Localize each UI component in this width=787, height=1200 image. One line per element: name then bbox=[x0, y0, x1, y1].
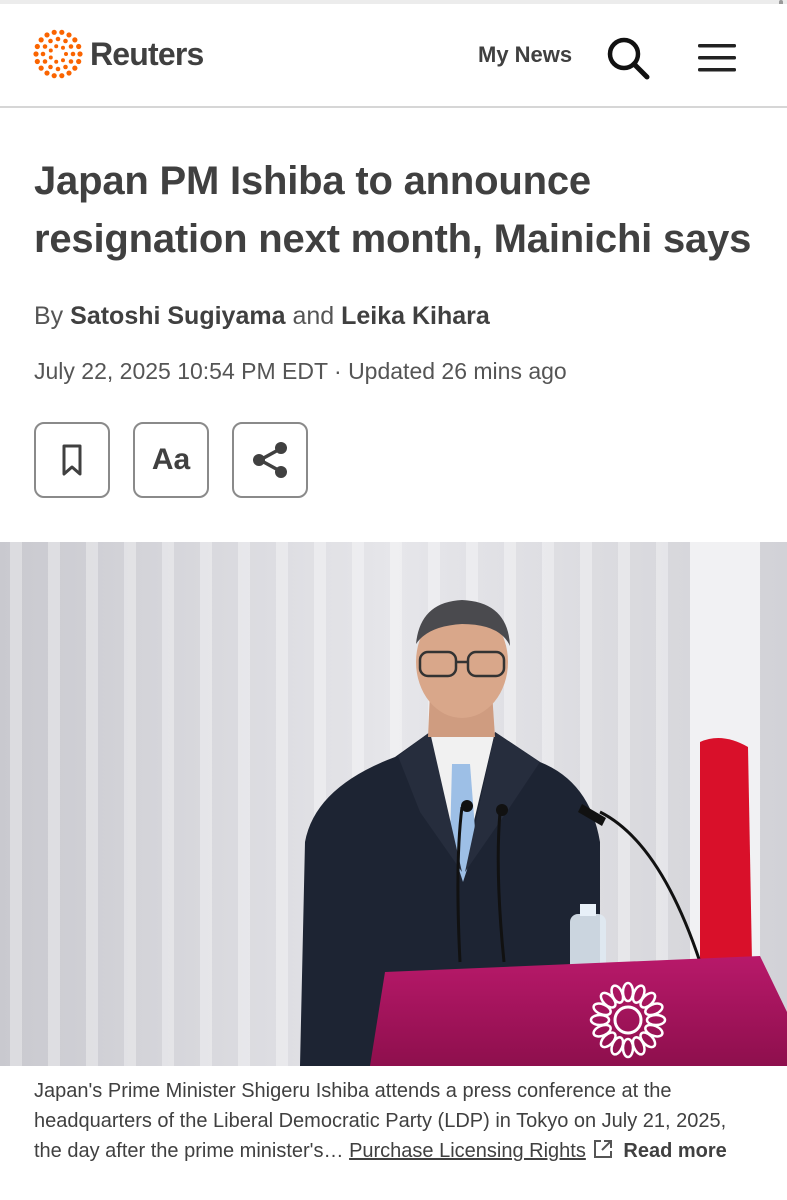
byline: By Satoshi Sugiyama and Leika Kihara bbox=[34, 302, 490, 331]
article-photo[interactable] bbox=[0, 542, 787, 1066]
text-size-button[interactable]: Aa bbox=[133, 422, 209, 498]
headline-line-2: resignation next month, Mainichi says bbox=[34, 217, 752, 261]
headline-line-1: Japan PM Ishiba to announce bbox=[34, 159, 591, 203]
press-conference-photo bbox=[0, 542, 787, 1066]
purchase-licensing-link[interactable]: Purchase Licensing Rights bbox=[349, 1140, 586, 1162]
my-news-link[interactable]: My News bbox=[478, 42, 572, 68]
bookmark-button[interactable] bbox=[34, 422, 110, 498]
read-more-link[interactable]: Read more bbox=[623, 1140, 726, 1162]
article-headline: Japan PM Ishiba to announce resignation … bbox=[34, 152, 764, 268]
dateline: July 22, 2025 10:54 PM EDT · Updated 26 … bbox=[34, 358, 567, 384]
bookmark-icon bbox=[62, 444, 82, 476]
text-size-label: Aa bbox=[151, 443, 191, 476]
external-link-icon bbox=[593, 1140, 612, 1158]
search-button[interactable] bbox=[604, 34, 652, 82]
reuters-logo[interactable]: Reuters bbox=[32, 28, 204, 80]
search-icon bbox=[607, 37, 650, 80]
share-button[interactable] bbox=[232, 422, 308, 498]
menu-button[interactable] bbox=[696, 40, 740, 76]
author-link-1[interactable]: Satoshi Sugiyama bbox=[70, 302, 285, 330]
share-icon bbox=[253, 442, 287, 478]
byline-prefix: By bbox=[34, 302, 64, 330]
hamburger-menu-icon bbox=[698, 44, 736, 72]
byline-and: and bbox=[292, 302, 335, 330]
author-link-2[interactable]: Leika Kihara bbox=[341, 302, 490, 330]
photo-caption: Japan's Prime Minister Shigeru Ishiba at… bbox=[34, 1076, 754, 1166]
site-header: Reuters My News bbox=[0, 4, 787, 108]
brand-name: Reuters bbox=[90, 35, 204, 72]
reuters-logo-icon bbox=[33, 29, 83, 79]
